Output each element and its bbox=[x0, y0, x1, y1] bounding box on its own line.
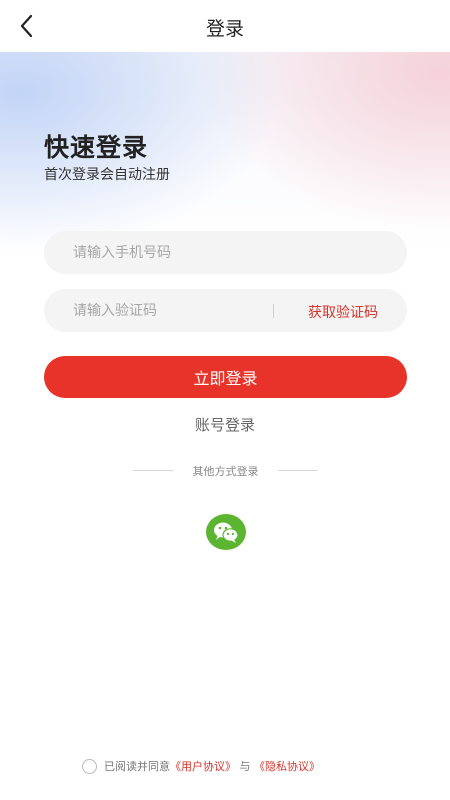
verification-code-input[interactable] bbox=[44, 289, 264, 332]
user-agreement-link[interactable]: 《用户协议》 bbox=[170, 760, 236, 773]
get-code-button[interactable]: 获取验证码 bbox=[308, 302, 378, 322]
field-divider bbox=[273, 304, 274, 318]
agreement-checkbox[interactable] bbox=[82, 758, 97, 774]
account-login-link[interactable]: 账号登录 bbox=[0, 414, 450, 435]
other-methods-divider: 其他方式登录 bbox=[133, 462, 318, 480]
phone-field bbox=[44, 231, 407, 274]
wechat-icon bbox=[214, 522, 239, 543]
nav-bar: 登录 bbox=[0, 0, 450, 52]
page-title: 登录 bbox=[205, 18, 244, 40]
agreement-row: 已阅读并同意《用户协议》 与 《隐私协议》 bbox=[82, 758, 320, 778]
agreement-connector: 与 bbox=[239, 760, 251, 773]
agreement-prefix: 已阅读并同意 bbox=[104, 760, 170, 773]
privacy-policy-link[interactable]: 《隐私协议》 bbox=[254, 760, 320, 773]
login-subheading: 首次登录会自动注册 bbox=[44, 167, 170, 183]
phone-input[interactable] bbox=[44, 231, 407, 274]
code-field: 获取验证码 bbox=[44, 289, 407, 332]
other-methods-label: 其他方式登录 bbox=[192, 465, 259, 478]
wechat-login-button[interactable] bbox=[206, 514, 246, 550]
login-heading: 快速登录 bbox=[44, 133, 149, 162]
login-button[interactable]: 立即登录 bbox=[44, 356, 407, 398]
divider-line-right bbox=[278, 470, 318, 471]
